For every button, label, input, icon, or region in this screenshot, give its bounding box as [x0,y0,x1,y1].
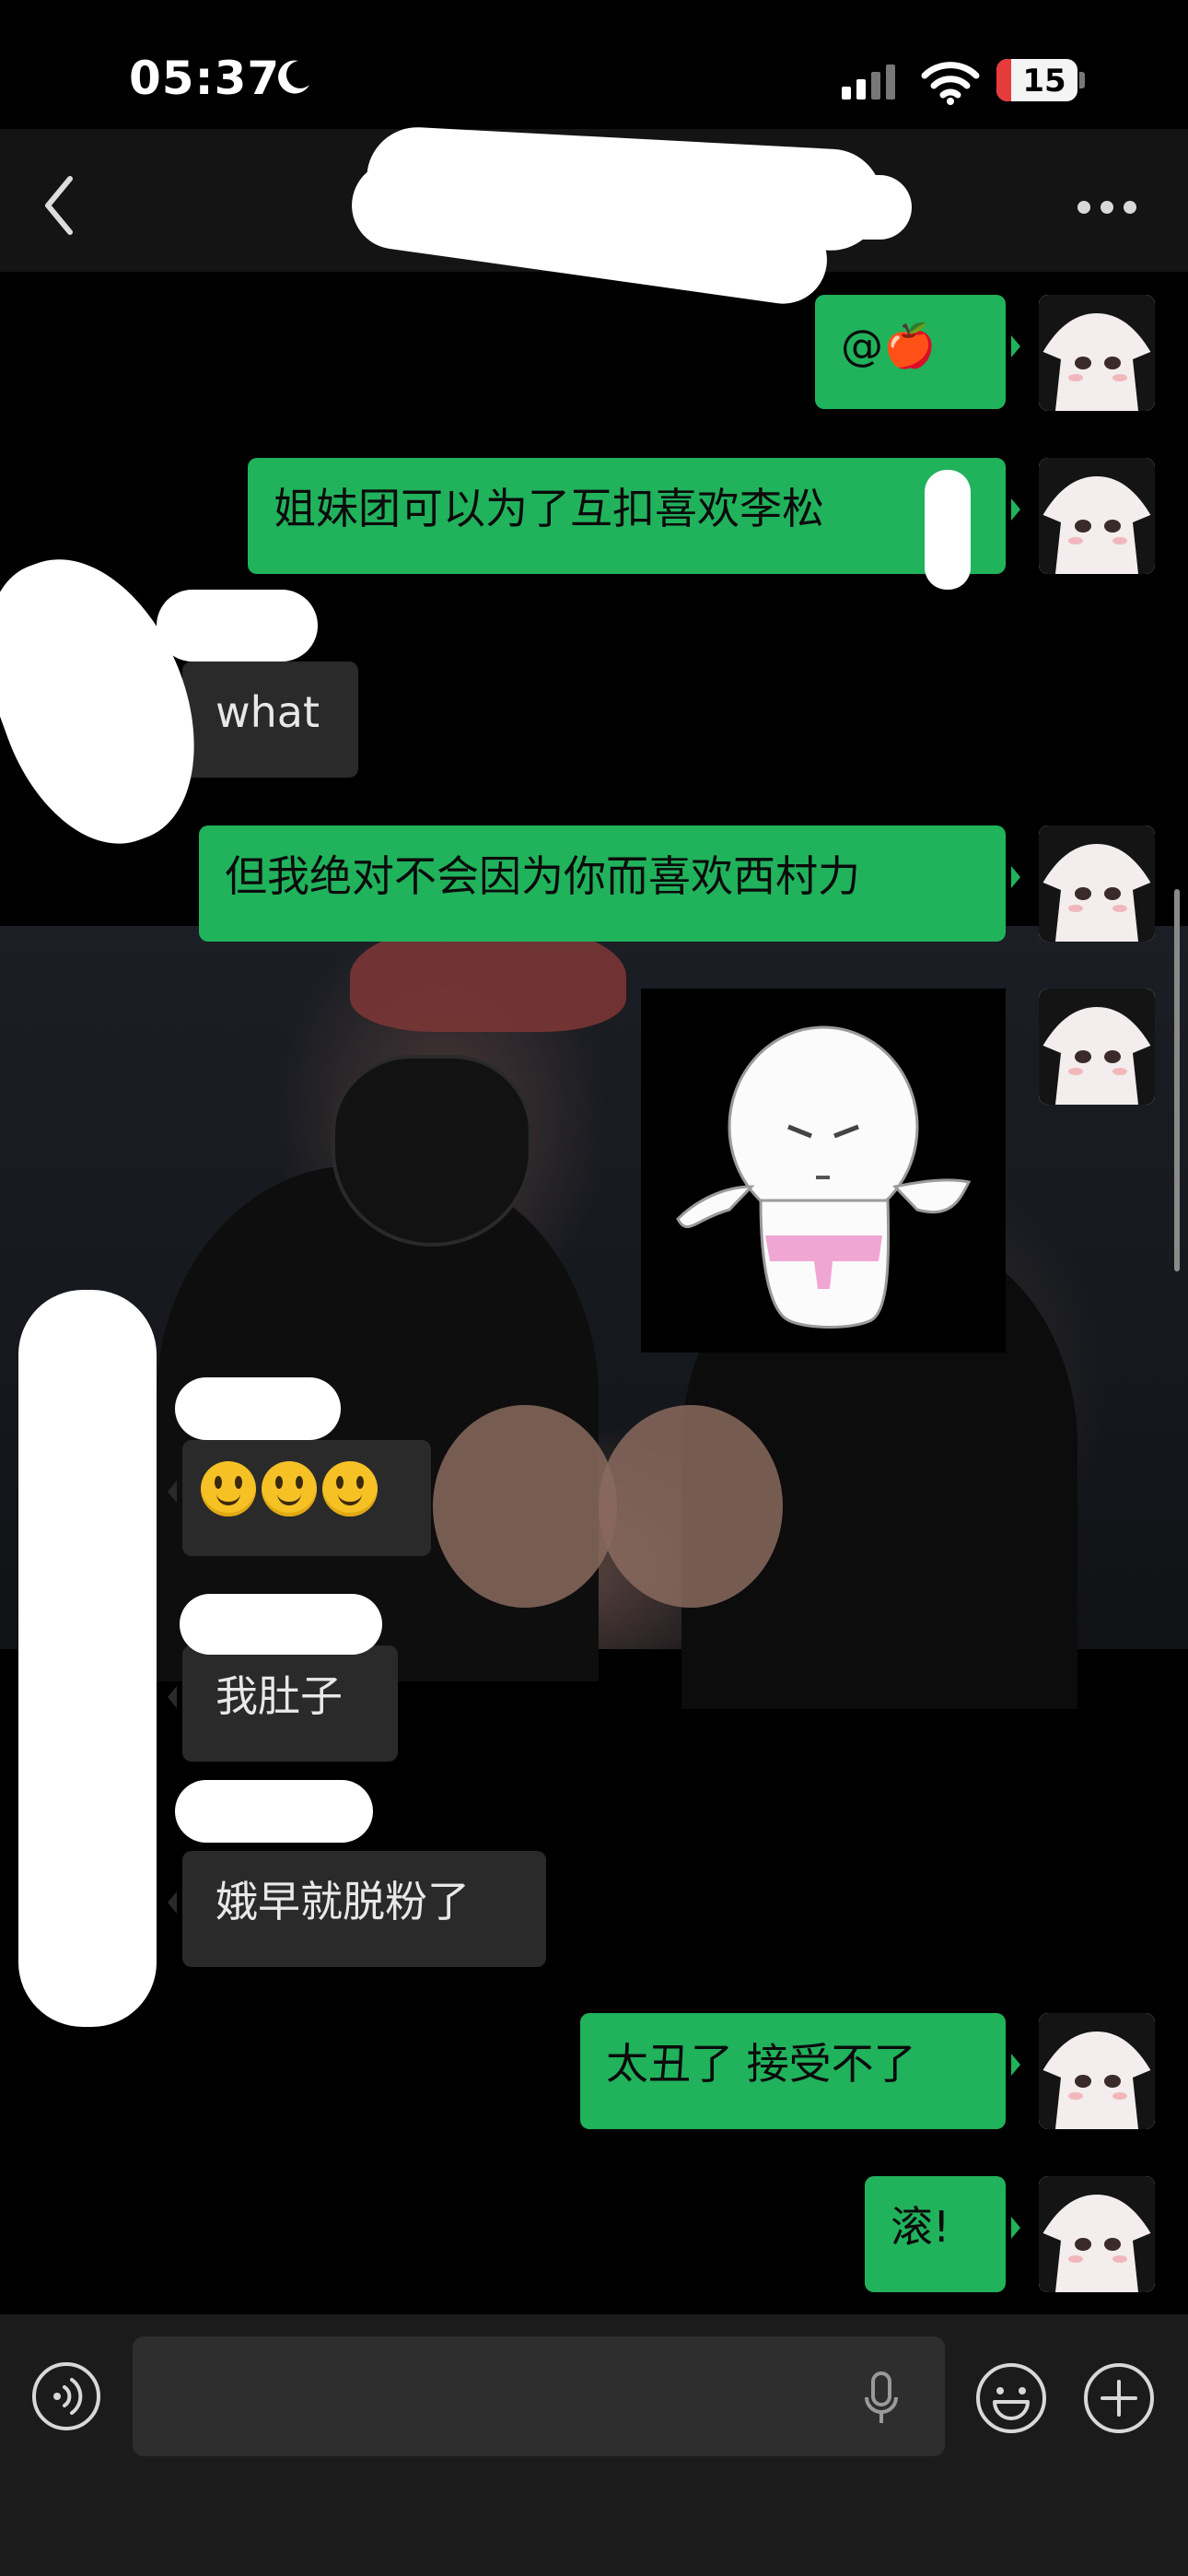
redaction-title-3 [599,175,912,240]
chat-background-image [0,921,1188,1709]
plus-icon[interactable] [1082,2361,1156,2435]
emoji-message[interactable] [168,1440,431,1556]
avatar[interactable] [1039,989,1155,1105]
avatar[interactable] [1039,2013,1155,2129]
moon-icon [278,60,309,94]
avatar[interactable] [1039,825,1155,942]
message-bubble[interactable]: 我肚子 [168,1645,398,1762]
message-input[interactable] [133,2336,945,2456]
smiley-emoji [322,1460,378,1516]
avatar[interactable] [1039,295,1155,411]
wifi-icon [921,62,980,105]
microphone-icon[interactable] [863,2371,900,2427]
redaction-name [175,1780,373,1843]
smiley-emoji [201,1460,256,1516]
battery-tip [1079,72,1085,88]
redaction-name [175,1377,341,1440]
back-chevron-icon[interactable] [41,173,77,238]
battery-icon: 15 [996,59,1077,101]
redaction-avatar [18,1290,157,2027]
message-bubble[interactable]: @🍎 [815,295,1020,409]
message-bubble[interactable]: 太丑了 接受不了 [580,2013,1020,2129]
redaction-name [157,590,318,662]
voice-icon[interactable] [31,2361,101,2431]
emoji-icon[interactable] [974,2361,1048,2435]
more-dots-icon[interactable] [1077,201,1136,216]
message-bubble[interactable]: 但我绝对不会因为你而喜欢西村力 [199,825,1020,942]
redaction-name [180,1594,382,1655]
redaction-text [925,470,971,590]
scrollbar[interactable] [1174,889,1180,1271]
avatar[interactable] [1039,458,1155,574]
signal-icon [842,64,906,100]
message-bubble[interactable]: 娥早就脱粉了 [168,1851,546,1967]
battery-level: 15 [1022,63,1066,100]
status-time: 05:37 [129,52,281,105]
smiley-emoji [262,1460,317,1516]
avatar[interactable] [1039,2176,1155,2292]
message-bubble[interactable]: 滚! [865,2176,1020,2292]
sticker-image[interactable] [641,989,1006,1352]
message-bubble[interactable]: what [168,662,358,778]
message-bubble[interactable]: 姐妹团可以为了互扣喜欢李松 [248,458,1020,574]
